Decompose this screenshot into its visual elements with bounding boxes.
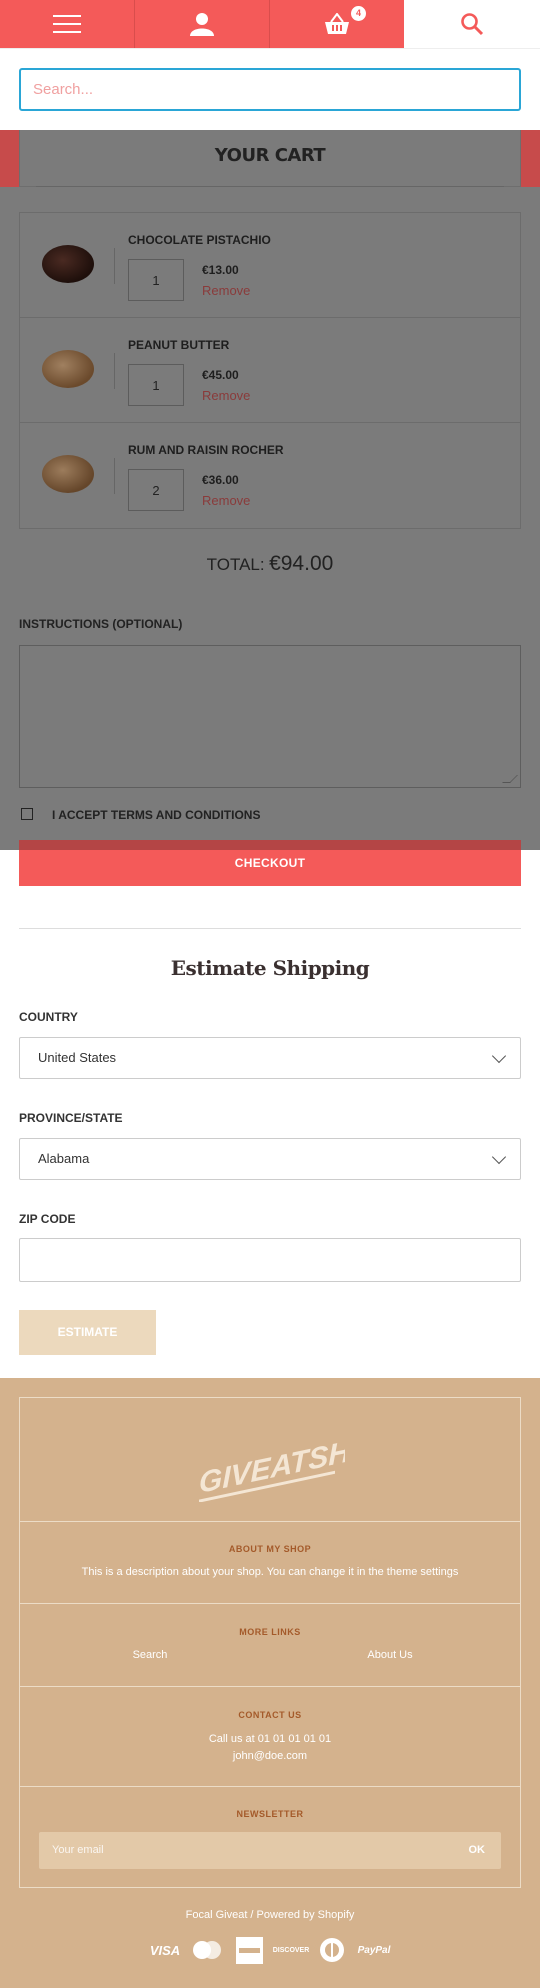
- product-name[interactable]: CHOCOLATE PISTACHIO: [128, 233, 271, 247]
- resize-grip-icon[interactable]: [502, 775, 518, 783]
- user-icon: [190, 13, 214, 36]
- cart-total: TOTAL: €94.00: [0, 552, 540, 576]
- footer-link-about[interactable]: About Us: [280, 1649, 500, 1661]
- total-label: TOTAL:: [206, 555, 265, 574]
- top-nav: 4: [0, 0, 540, 48]
- footer-logo-section: GIVEATSHOP: [20, 1398, 520, 1522]
- province-select[interactable]: Alabama: [19, 1138, 521, 1180]
- divider: [114, 248, 115, 284]
- giveatshop-logo[interactable]: GIVEATSHOP: [195, 1422, 394, 1503]
- about-section: ABOUT MY SHOP This is a description abou…: [20, 1522, 520, 1604]
- diners-club-icon: [318, 1938, 346, 1962]
- discover-icon: DISCOVER: [272, 1946, 310, 1954]
- contact-email[interactable]: john@doe.com: [20, 1750, 520, 1762]
- zip-label: ZIP CODE: [19, 1212, 76, 1226]
- product-name[interactable]: RUM AND RAISIN ROCHER: [128, 443, 284, 457]
- total-value: €94.00: [269, 552, 334, 575]
- estimate-shipping-title: Estimate Shipping: [170, 956, 370, 980]
- province-label: PROVINCE/STATE: [19, 1111, 123, 1125]
- svg-text:GIVEATSHOP: GIVEATSHOP: [199, 1426, 345, 1500]
- basket-icon: [325, 13, 349, 34]
- newsletter-section: NEWSLETTER Your email OK: [20, 1787, 520, 1887]
- quantity-input[interactable]: 1: [128, 364, 184, 406]
- contact-phone: Call us at 01 01 01 01 01: [208, 1733, 332, 1745]
- hamburger-icon: [53, 15, 81, 33]
- footer-link-search[interactable]: Search: [20, 1649, 280, 1661]
- about-text: This is a description about your shop. Y…: [81, 1566, 459, 1578]
- paypal-icon: PayPal: [357, 1944, 391, 1956]
- remove-link[interactable]: Remove: [202, 283, 250, 298]
- search-toggle-button[interactable]: [404, 0, 540, 48]
- product-image[interactable]: [42, 350, 94, 388]
- country-select[interactable]: United States: [19, 1037, 521, 1079]
- terms-checkbox[interactable]: [21, 808, 33, 820]
- chevron-down-icon: [491, 1149, 507, 1165]
- remove-link[interactable]: Remove: [202, 493, 250, 508]
- newsletter-email-input[interactable]: Your email OK: [39, 1832, 501, 1869]
- newsletter-title: NEWSLETTER: [236, 1809, 304, 1819]
- cart-count-badge: 4: [351, 6, 366, 21]
- product-price: €13.00: [202, 263, 239, 277]
- right-red-edge: [521, 130, 540, 187]
- instructions-label: INSTRUCTIONS (OPTIONAL): [19, 617, 183, 631]
- instructions-textarea[interactable]: [19, 645, 521, 788]
- cart-title: YOUR CART: [214, 145, 326, 166]
- divider: [114, 353, 115, 389]
- terms-label: I ACCEPT TERMS AND CONDITIONS: [52, 808, 261, 822]
- quantity-input[interactable]: 1: [128, 259, 184, 301]
- cart-item: CHOCOLATE PISTACHIO 1 €13.00 Remove: [20, 213, 520, 318]
- search-icon: [461, 13, 484, 36]
- more-links-section: MORE LINKS Search About Us: [20, 1604, 520, 1687]
- cart-item: RUM AND RAISIN ROCHER 2 €36.00 Remove: [20, 423, 520, 528]
- remove-link[interactable]: Remove: [202, 388, 250, 403]
- cart-items: CHOCOLATE PISTACHIO 1 €13.00 Remove PEAN…: [19, 212, 521, 529]
- search-input[interactable]: [19, 68, 521, 111]
- divider: [36, 186, 504, 187]
- chevron-down-icon: [491, 1048, 507, 1064]
- cart-button[interactable]: 4: [270, 0, 404, 48]
- divider: [114, 458, 115, 494]
- product-price: €36.00: [202, 473, 239, 487]
- newsletter-ok-button[interactable]: OK: [469, 1844, 486, 1856]
- product-image[interactable]: [42, 245, 94, 283]
- visa-icon: VISA: [149, 1942, 181, 1958]
- about-title: ABOUT MY SHOP: [228, 1544, 312, 1554]
- product-image[interactable]: [42, 455, 94, 493]
- contact-section: CONTACT US Call us at 01 01 01 01 01 joh…: [20, 1687, 520, 1787]
- menu-button[interactable]: [0, 0, 135, 48]
- country-value: United States: [38, 1050, 117, 1065]
- product-price: €45.00: [202, 368, 239, 382]
- quantity-input[interactable]: 2: [128, 469, 184, 511]
- cart-item: PEANUT BUTTER 1 €45.00 Remove: [20, 318, 520, 423]
- powered-by: Focal Giveat / Powered by Shopify: [185, 1909, 355, 1921]
- estimate-button[interactable]: ESTIMATE: [19, 1310, 156, 1355]
- newsletter-placeholder: Your email: [52, 1844, 104, 1856]
- amex-icon: [235, 1936, 263, 1964]
- account-button[interactable]: [135, 0, 270, 48]
- contact-title: CONTACT US: [238, 1710, 302, 1720]
- product-name[interactable]: PEANUT BUTTER: [128, 338, 229, 352]
- mastercard-icon: [190, 1938, 224, 1962]
- left-red-edge: [0, 130, 19, 187]
- zip-input[interactable]: [19, 1238, 521, 1282]
- province-value: Alabama: [38, 1151, 90, 1166]
- country-label: COUNTRY: [19, 1010, 78, 1024]
- divider: [19, 928, 521, 929]
- more-links-title: MORE LINKS: [239, 1627, 301, 1637]
- footer-box: GIVEATSHOP ABOUT MY SHOP This is a descr…: [19, 1397, 521, 1888]
- checkout-button-dimmed-edge: [19, 840, 521, 850]
